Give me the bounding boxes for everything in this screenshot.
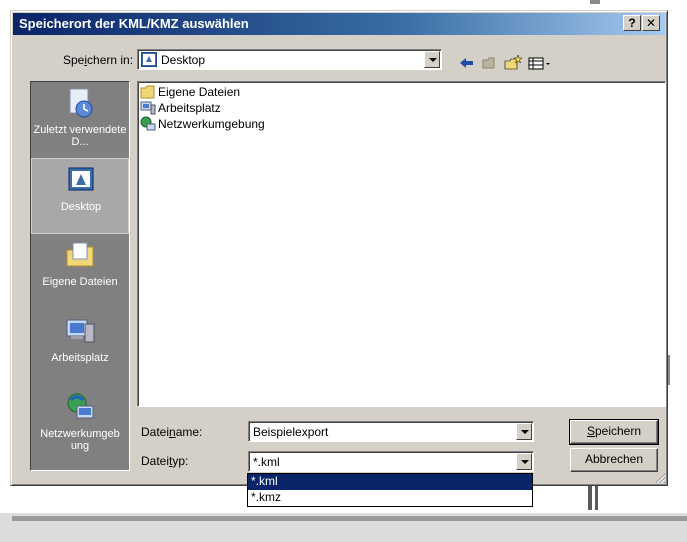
places-bar: Zuletzt verwendete D... Desktop Eigene D… bbox=[30, 81, 130, 471]
title-bar[interactable]: Speicherort der KML/KMZ auswählen bbox=[13, 13, 665, 35]
filetype-option-kmz[interactable]: *.kmz bbox=[248, 490, 532, 506]
save-button[interactable]: Speichern bbox=[569, 419, 659, 445]
filename-combo[interactable]: Beispielexport bbox=[248, 421, 534, 442]
help-button[interactable]: ? bbox=[623, 15, 641, 31]
filename-input[interactable]: Beispielexport bbox=[253, 425, 328, 439]
filename-dropdown-arrow[interactable] bbox=[516, 423, 532, 440]
place-recent[interactable]: Zuletzt verwendete D... bbox=[31, 82, 129, 158]
close-button[interactable]: ✕ bbox=[642, 15, 660, 31]
filename-label: Dateiname: bbox=[141, 425, 203, 439]
desktop-icon bbox=[68, 167, 94, 191]
up-folder-icon[interactable] bbox=[480, 54, 500, 72]
place-network[interactable]: Netzwerkumgeb ung bbox=[31, 386, 129, 462]
view-menu-icon[interactable] bbox=[527, 54, 555, 72]
new-folder-icon[interactable] bbox=[503, 54, 523, 72]
cancel-button[interactable]: Abbrechen bbox=[570, 448, 658, 472]
resize-grip-icon[interactable] bbox=[654, 472, 666, 484]
computer-icon bbox=[140, 101, 156, 115]
network-icon bbox=[140, 116, 156, 131]
place-desktop[interactable]: Desktop bbox=[31, 158, 129, 234]
save-in-combo[interactable]: Desktop bbox=[137, 49, 442, 70]
network-places-icon bbox=[67, 393, 94, 419]
background-edge bbox=[668, 355, 670, 385]
background-divider bbox=[12, 516, 687, 521]
save-in-value: Desktop bbox=[161, 53, 206, 67]
place-my-documents[interactable]: Eigene Dateien bbox=[31, 234, 129, 310]
my-documents-icon bbox=[66, 242, 94, 267]
save-dialog: Speicherort der KML/KMZ auswählen ? ✕ Sp… bbox=[10, 10, 668, 486]
desktop-small-icon bbox=[141, 52, 157, 67]
filetype-label: Dateityp: bbox=[141, 454, 189, 468]
folder-icon bbox=[140, 85, 155, 99]
back-arrow-icon[interactable] bbox=[457, 54, 477, 72]
save-in-label: Speichern in: bbox=[63, 53, 134, 67]
save-in-dropdown-arrow[interactable] bbox=[424, 51, 440, 68]
filetype-value: *.kml bbox=[253, 455, 280, 469]
my-computer-icon bbox=[66, 319, 95, 343]
filetype-option-kml[interactable]: *.kml bbox=[248, 474, 532, 490]
file-list[interactable]: Eigene Dateien Arbeitsplatz Netzwerkumge… bbox=[137, 81, 666, 407]
filetype-combo[interactable]: *.kml bbox=[248, 451, 534, 472]
background-tick bbox=[590, 0, 600, 4]
background-scroll-thumb bbox=[588, 484, 598, 510]
dialog-title: Speicherort der KML/KMZ auswählen bbox=[19, 16, 249, 31]
place-my-computer[interactable]: Arbeitsplatz bbox=[31, 310, 129, 386]
filetype-dropdown-list[interactable]: *.kml *.kmz bbox=[247, 473, 533, 507]
recent-documents-icon bbox=[69, 88, 93, 118]
filetype-dropdown-arrow[interactable] bbox=[516, 453, 532, 470]
